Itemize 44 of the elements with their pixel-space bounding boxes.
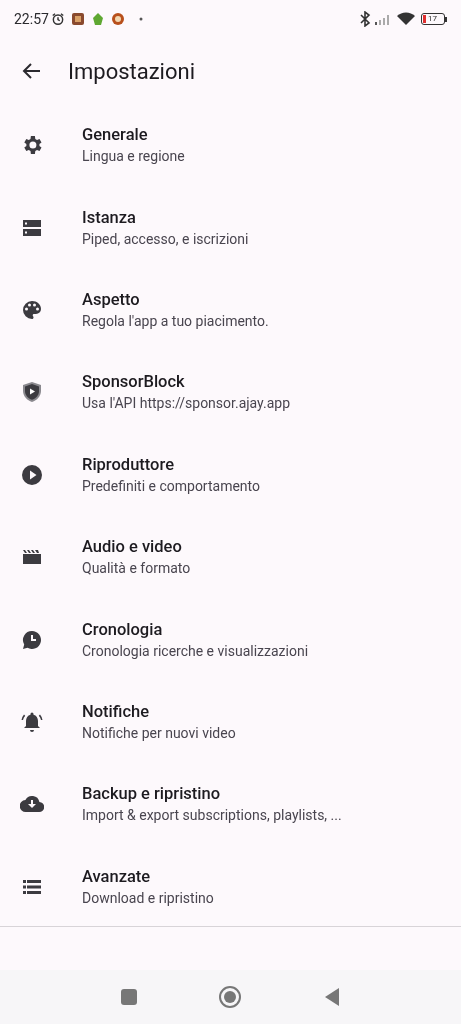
settings-item[interactable]: Notifiche Notifiche per nuovi video [0,680,461,764]
play-icon [20,462,44,487]
settings-item[interactable]: Avanzate Download e ripristino [0,845,461,928]
item-subtitle: Qualità e formato [82,559,191,579]
item-subtitle: Lingua e regione [82,147,185,167]
settings-item[interactable]: Aspetto Regola l'app a tuo piacimento. [0,268,461,352]
home-button[interactable] [218,985,243,1009]
settings-item[interactable]: SponsorBlock Usa l'API https://sponsor.ajay.app [0,351,461,434]
bluetooth-icon [359,11,371,27]
settings-item[interactable]: Backup e ripristino Import & export subscriptions, playlists, ... [0,763,461,846]
item-subtitle: Notifiche per nuovi video [82,723,236,743]
wifi-icon [397,12,415,26]
settings-item[interactable]: Audio e video Qualità e formato [0,515,461,599]
item-title: Avanzate [82,865,152,888]
item-subtitle: Regola l'app a tuo piacimento. [82,311,269,331]
item-subtitle: Import & export subscriptions, playlists, ... [82,806,342,826]
settings-item[interactable]: Generale Lingua e regione [0,104,461,187]
item-subtitle: Piped, accesso, e iscrizioni [82,229,249,249]
recents-button[interactable] [120,988,139,1006]
item-subtitle: Usa l'API https://sponsor.ajay.app [82,394,291,414]
app-notification-icon [70,12,85,26]
notification-dot-icon [138,17,143,21]
settings-item[interactable]: Riproduttore Predefiniti e comportamento [0,433,461,516]
settings-item[interactable]: Cronologia Cronologia ricerche e visualizzazioni [0,598,461,681]
app-notification-icon [110,12,125,26]
item-subtitle: Cronologia ricerche e visualizzazioni [82,641,309,661]
item-title: Cronologia [82,618,164,641]
shield-play-icon [20,380,44,405]
item-title: SponsorBlock [82,371,186,394]
item-title: Generale [82,124,149,147]
battery-level: 17 [428,15,437,23]
app-notification-icon [90,12,105,26]
page-title: Impostazioni [68,57,195,86]
item-subtitle: Predefiniti e comportamento [82,476,260,496]
item-title: Audio e video [82,536,183,559]
clock-time: 22:57 [14,9,49,29]
item-title: Notifiche [82,700,151,723]
item-subtitle: Download e ripristino [82,888,214,908]
alarm-icon [50,12,65,26]
item-title: Aspetto [82,288,141,311]
item-title: Riproduttore [82,453,175,476]
settings-item[interactable]: Istanza Piped, accesso, e iscrizioni [0,186,461,269]
item-title: Istanza [82,206,137,229]
item-title: Backup e ripristino [82,783,222,806]
